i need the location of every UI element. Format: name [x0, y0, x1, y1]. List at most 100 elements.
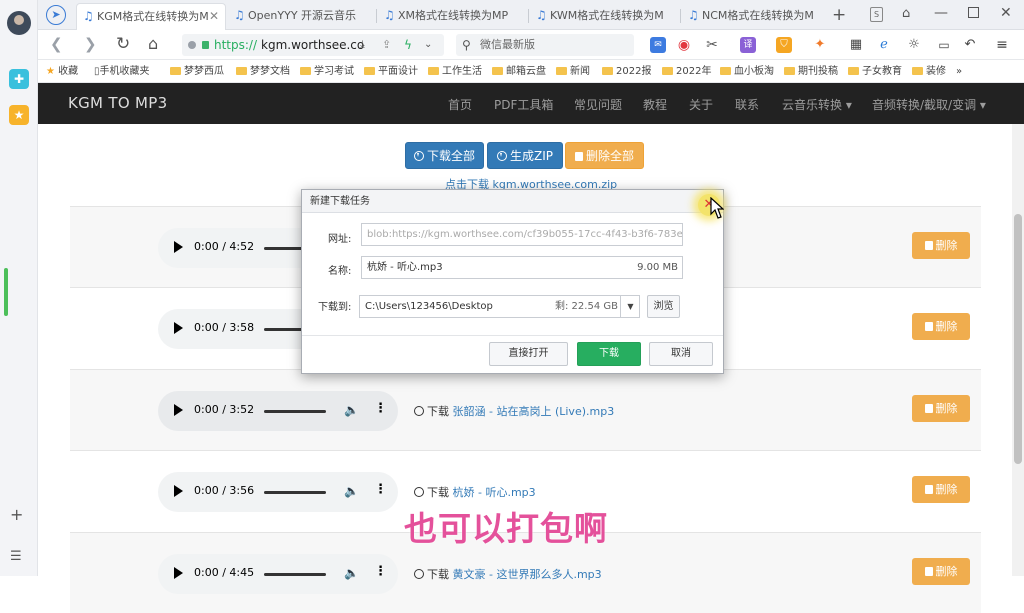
delete-all-button[interactable]: 删除全部	[565, 142, 644, 169]
track-download-link[interactable]: 下载 张韶涵 - 站在高岗上 (Live).mp3	[414, 403, 614, 419]
more-menu-icon[interactable]: ≡	[994, 37, 1010, 53]
new-tab-icon[interactable]: +	[832, 5, 846, 25]
bookmark-item[interactable]: 邮箱云盘	[492, 65, 546, 78]
chevron-down-icon[interactable]: ⌄	[424, 34, 432, 56]
download-all-button[interactable]: 下载全部	[405, 142, 484, 169]
bookmark-star[interactable]: ★ 收藏	[46, 65, 78, 78]
lightning-icon[interactable]: ϟ	[404, 34, 412, 56]
more-options-icon[interactable]: ⋮	[374, 564, 387, 579]
bookmark-item[interactable]: 平面设计	[364, 65, 418, 78]
tab-kgm[interactable]: ♫ KGM格式在线转换为M ✕	[76, 3, 226, 30]
site-brand[interactable]: KGM TO MP3	[68, 94, 167, 112]
bookmark-item[interactable]: 新闻	[556, 65, 590, 78]
bookmark-item[interactable]: 装修	[912, 65, 946, 78]
volume-icon[interactable]: 🔈	[344, 566, 359, 580]
open-directly-button[interactable]: 直接打开	[489, 342, 568, 366]
browse-button[interactable]: 浏览	[647, 295, 680, 318]
filename-field[interactable]: 杭娇 - 听心.mp3 9.00 MB	[361, 256, 683, 279]
browser-logo-icon[interactable]: ➤	[46, 5, 66, 25]
close-window-icon[interactable]: ✕	[1000, 5, 1012, 21]
bookmark-item[interactable]: 子女教育	[848, 65, 902, 78]
play-icon[interactable]	[174, 322, 183, 334]
play-icon[interactable]	[174, 485, 183, 497]
nav-pdf-tools[interactable]: PDF工具箱	[494, 96, 553, 113]
weibo-icon[interactable]: ◉	[676, 37, 692, 53]
more-options-icon[interactable]: ⋮	[374, 482, 387, 497]
page-scrollbar[interactable]	[1012, 124, 1024, 576]
share-icon[interactable]: ⇪	[382, 34, 391, 56]
download-icon[interactable]: ⤓	[360, 34, 365, 56]
play-icon[interactable]	[174, 567, 183, 579]
track-download-link[interactable]: 下载 杭娇 - 听心.mp3	[414, 484, 536, 500]
chevron-down-icon[interactable]: ▼	[620, 296, 639, 317]
tab-kwm[interactable]: ♫ KWM格式在线转换为M	[530, 3, 680, 30]
favorites-star-icon[interactable]: ★	[9, 105, 29, 125]
nav-cloud-music-dropdown[interactable]: 云音乐转换 ▾	[782, 96, 852, 113]
delete-track-button[interactable]: 删除	[912, 395, 970, 422]
bookmark-item[interactable]: 梦梦文档	[236, 65, 290, 78]
save-path-select[interactable]: C:\Users\123456\Desktop 剩: 22.54 GB ▼	[359, 295, 640, 318]
mail-icon[interactable]: ✉	[650, 37, 666, 53]
bookmark-item[interactable]: 血小板淘	[720, 65, 774, 78]
page-icon[interactable]: S	[870, 7, 883, 22]
bookmark-item[interactable]: ▯手机收藏夹	[94, 65, 150, 78]
address-bar[interactable]: https:// kgm.worthsee.co ⤓ ⇪ ϟ ⌄	[182, 34, 444, 56]
nav-faq[interactable]: 常见问题	[574, 96, 622, 113]
grid-icon[interactable]: ▦	[848, 37, 864, 53]
game-icon[interactable]: ✦	[812, 37, 828, 53]
translate-icon[interactable]: 译	[740, 37, 756, 53]
play-icon[interactable]	[174, 404, 183, 416]
nav-audio-tools-dropdown[interactable]: 音频转换/截取/变调 ▾	[872, 96, 986, 113]
seek-bar[interactable]	[264, 491, 326, 494]
close-tab-icon[interactable]: ✕	[209, 4, 219, 29]
shirt-icon[interactable]: ⌂	[902, 6, 910, 21]
brightness-icon[interactable]: ☼	[906, 37, 922, 53]
nav-contact[interactable]: 联系	[735, 96, 759, 113]
delete-track-button[interactable]: 删除	[912, 476, 970, 503]
search-box[interactable]: ⚲ 微信最新版	[456, 34, 634, 56]
audio-player[interactable]: 0:00 / 3:52 🔈 ⋮	[158, 391, 398, 431]
make-zip-button[interactable]: 生成ZIP	[487, 142, 563, 169]
scrollbar-thumb[interactable]	[1014, 214, 1022, 464]
delete-track-button[interactable]: 删除	[912, 232, 970, 259]
bookmark-item[interactable]: 期刊投稿	[784, 65, 838, 78]
play-icon[interactable]	[174, 241, 183, 253]
bookmark-item[interactable]: 2022报	[602, 65, 651, 78]
forward-icon[interactable]: ❯	[84, 34, 97, 54]
minimize-icon[interactable]: —	[934, 5, 948, 21]
delete-track-button[interactable]: 删除	[912, 558, 970, 585]
bookmarks-overflow[interactable]: »	[956, 65, 962, 78]
bookmark-item[interactable]: 2022年	[662, 65, 711, 78]
maximize-icon[interactable]	[968, 7, 979, 18]
bookmark-item[interactable]: 工作生活	[428, 65, 482, 78]
volume-icon[interactable]: 🔈	[344, 484, 359, 498]
back-icon[interactable]: ❮	[50, 34, 63, 54]
track-download-link[interactable]: 下载 黄文豪 - 这世界那么多人.mp3	[414, 566, 602, 582]
tab-ncm[interactable]: ♫ NCM格式在线转换为M	[682, 3, 832, 30]
tab-xm[interactable]: ♫ XM格式在线转换为MP	[378, 3, 528, 30]
add-icon[interactable]: +	[10, 507, 23, 523]
reload-icon[interactable]: ↻	[116, 34, 130, 54]
nav-home[interactable]: 首页	[448, 96, 472, 113]
volume-icon[interactable]: 🔈	[344, 403, 359, 417]
nav-about[interactable]: 关于	[689, 96, 713, 113]
battery-icon[interactable]: ▭	[936, 37, 952, 53]
undo-icon[interactable]: ↶	[962, 37, 978, 53]
user-avatar[interactable]	[7, 11, 31, 35]
audio-player[interactable]: 0:00 / 4:45 🔈 ⋮	[158, 554, 398, 594]
tab-openyyy[interactable]: ♫ OpenYYY 开源云音乐	[228, 3, 378, 30]
scissors-icon[interactable]: ✂	[704, 37, 720, 53]
seek-bar[interactable]	[264, 410, 326, 413]
home-icon[interactable]: ⌂	[148, 34, 158, 54]
menu-icon[interactable]: ☰	[10, 549, 22, 565]
more-options-icon[interactable]: ⋮	[374, 401, 387, 416]
sidebar-app-icon[interactable]: ✚	[9, 69, 29, 89]
bookmark-item[interactable]: 梦梦西瓜	[170, 65, 224, 78]
ie-icon[interactable]: ℯ	[876, 37, 892, 53]
shield-icon[interactable]: ⛉	[776, 37, 792, 53]
confirm-download-button[interactable]: 下载	[577, 342, 641, 366]
delete-track-button[interactable]: 删除	[912, 313, 970, 340]
nav-tutorial[interactable]: 教程	[643, 96, 667, 113]
audio-player[interactable]: 0:00 / 3:56 🔈 ⋮	[158, 472, 398, 512]
url-field[interactable]: blob:https://kgm.worthsee.com/cf39b055-1…	[361, 223, 683, 246]
